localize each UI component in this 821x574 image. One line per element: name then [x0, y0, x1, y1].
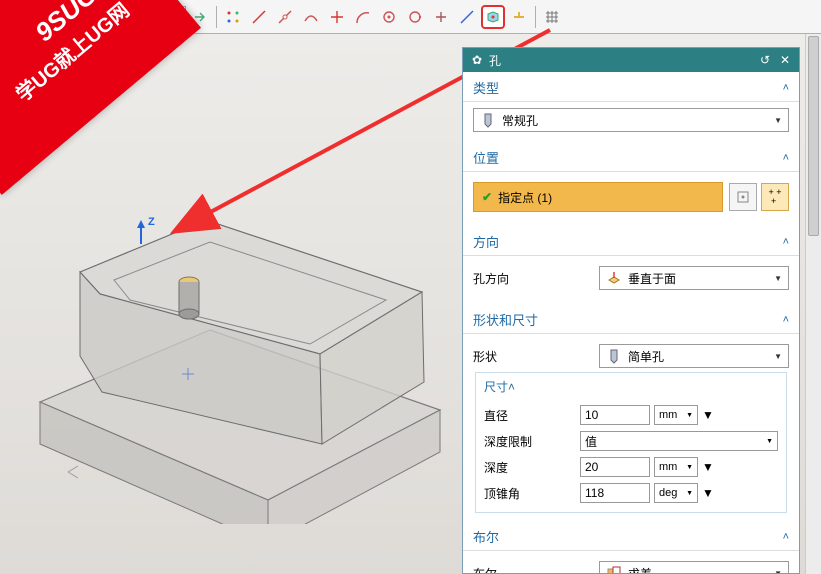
- dialog-title: 孔: [489, 52, 501, 69]
- chevron-down-icon: ▼: [774, 274, 782, 283]
- section-direction-header[interactable]: 方向 ˄: [463, 226, 799, 256]
- z-axis-icon: [140, 222, 142, 244]
- dialog-body: 类型 ˄ 常规孔 ▼ 位置 ˄ ✔ 指定点 (1) + + +: [463, 72, 799, 573]
- subtract-icon: [606, 565, 622, 573]
- section-boolean-label: 布尔: [473, 527, 499, 546]
- tipangle-input[interactable]: [580, 483, 650, 503]
- toolbar-separator: [216, 6, 217, 28]
- chevron-down-icon: ▼: [774, 352, 782, 361]
- hole-type-combo[interactable]: 常规孔 ▼: [473, 108, 789, 132]
- z-axis-label: Z: [148, 216, 155, 228]
- snap-center-icon[interactable]: [377, 5, 401, 29]
- specify-point-label: 指定点 (1): [498, 189, 552, 206]
- check-icon: ✔: [482, 190, 492, 204]
- tipangle-label: 顶锥角: [484, 485, 576, 502]
- model-preview: [10, 94, 450, 524]
- reset-icon[interactable]: ↺: [757, 52, 773, 68]
- add-point-button[interactable]: + + +: [761, 183, 789, 211]
- sketch-point-button[interactable]: [729, 183, 757, 211]
- shape-value: 简单孔: [628, 348, 664, 365]
- section-shape-header[interactable]: 形状和尺寸 ˄: [463, 304, 799, 334]
- chevron-up-icon: ˄: [508, 380, 515, 394]
- shape-label: 形状: [473, 348, 593, 365]
- diameter-label: 直径: [484, 407, 576, 424]
- section-position-header[interactable]: 位置 ˄: [463, 142, 799, 172]
- depthlimit-label: 深度限制: [484, 433, 576, 450]
- depth-label: 深度: [484, 459, 576, 476]
- toolbar-separator: [535, 6, 536, 28]
- boolean-combo[interactable]: 求差 ▼: [599, 561, 789, 573]
- normal-face-icon: [606, 270, 622, 286]
- close-icon[interactable]: ✕: [777, 52, 793, 68]
- dialog-titlebar[interactable]: ✿ 孔 ↺ ✕: [463, 48, 799, 72]
- grid-icon[interactable]: [540, 5, 564, 29]
- dimensions-group: 尺寸 ˄ 直径 mm▼ ▼ 深度限制 值▼: [475, 372, 787, 513]
- snap-extra-icon[interactable]: [507, 5, 531, 29]
- snap-points-icon[interactable]: [221, 5, 245, 29]
- boolean-label: 布尔: [473, 565, 593, 574]
- chevron-up-icon: ˄: [783, 152, 789, 164]
- section-direction-body: 孔方向 垂直于面 ▼: [463, 256, 799, 304]
- dimensions-label: 尺寸: [484, 378, 508, 395]
- chevron-up-icon: ˄: [783, 314, 789, 326]
- dimensions-header[interactable]: 尺寸 ˄: [476, 373, 786, 400]
- depth-input[interactable]: [580, 457, 650, 477]
- hole-type-icon: [480, 112, 496, 128]
- section-position-label: 位置: [473, 148, 499, 167]
- section-shape-label: 形状和尺寸: [473, 310, 538, 329]
- specify-point-field[interactable]: ✔ 指定点 (1): [473, 182, 723, 212]
- section-boolean-body: 布尔 求差 ▼: [463, 551, 799, 573]
- snap-plus-icon[interactable]: [429, 5, 453, 29]
- snap-curve-icon[interactable]: [299, 5, 323, 29]
- snap-end-icon[interactable]: [247, 5, 271, 29]
- section-type-label: 类型: [473, 78, 499, 97]
- snap-quadrant-icon[interactable]: [403, 5, 427, 29]
- section-position-body: ✔ 指定点 (1) + + +: [463, 172, 799, 226]
- boolean-value: 求差: [628, 565, 652, 574]
- chevron-down-icon: ▼: [774, 569, 782, 574]
- section-type-header[interactable]: 类型 ˄: [463, 72, 799, 102]
- chevron-up-icon: ˄: [783, 531, 789, 543]
- point-on-face-icon[interactable]: [481, 5, 505, 29]
- chevron-down-icon[interactable]: ▼: [702, 408, 712, 422]
- chevron-up-icon: ˄: [783, 236, 789, 248]
- simple-hole-icon: [606, 348, 622, 364]
- chevron-down-icon: ▼: [774, 116, 782, 125]
- shape-combo[interactable]: 简单孔 ▼: [599, 344, 789, 368]
- snap-mid-icon[interactable]: [273, 5, 297, 29]
- section-boolean-header[interactable]: 布尔 ˄: [463, 521, 799, 551]
- chevron-down-icon[interactable]: ▼: [702, 486, 712, 500]
- hole-type-value: 常规孔: [502, 112, 538, 129]
- scrollbar-thumb[interactable]: [808, 36, 819, 236]
- diameter-unit-dropdown[interactable]: mm▼: [654, 405, 698, 425]
- depthlimit-dropdown[interactable]: 值▼: [580, 431, 778, 451]
- vertical-scrollbar[interactable]: [805, 34, 821, 574]
- section-direction-label: 方向: [473, 232, 499, 251]
- gear-icon[interactable]: ✿: [469, 52, 485, 68]
- snap-intersect-icon[interactable]: [325, 5, 349, 29]
- section-type-body: 常规孔 ▼: [463, 102, 799, 142]
- hole-direction-value: 垂直于面: [628, 270, 676, 287]
- snap-edge-icon[interactable]: [455, 5, 479, 29]
- depthlimit-value: 值: [585, 433, 597, 450]
- chevron-down-icon[interactable]: ▼: [702, 460, 712, 474]
- snap-arc-icon[interactable]: [351, 5, 375, 29]
- depth-unit-dropdown[interactable]: mm▼: [654, 457, 698, 477]
- hole-direction-combo[interactable]: 垂直于面 ▼: [599, 266, 789, 290]
- hole-dialog: ✿ 孔 ↺ ✕ 类型 ˄ 常规孔 ▼ 位置 ˄ ✔ 指定点 (1): [462, 47, 800, 574]
- hole-direction-label: 孔方向: [473, 270, 593, 287]
- section-shape-body: 形状 简单孔 ▼ 尺寸 ˄ 直径 mm▼ ▼: [463, 334, 799, 521]
- diameter-input[interactable]: [580, 405, 650, 425]
- chevron-up-icon: ˄: [783, 82, 789, 94]
- tipangle-unit-dropdown[interactable]: deg▼: [654, 483, 698, 503]
